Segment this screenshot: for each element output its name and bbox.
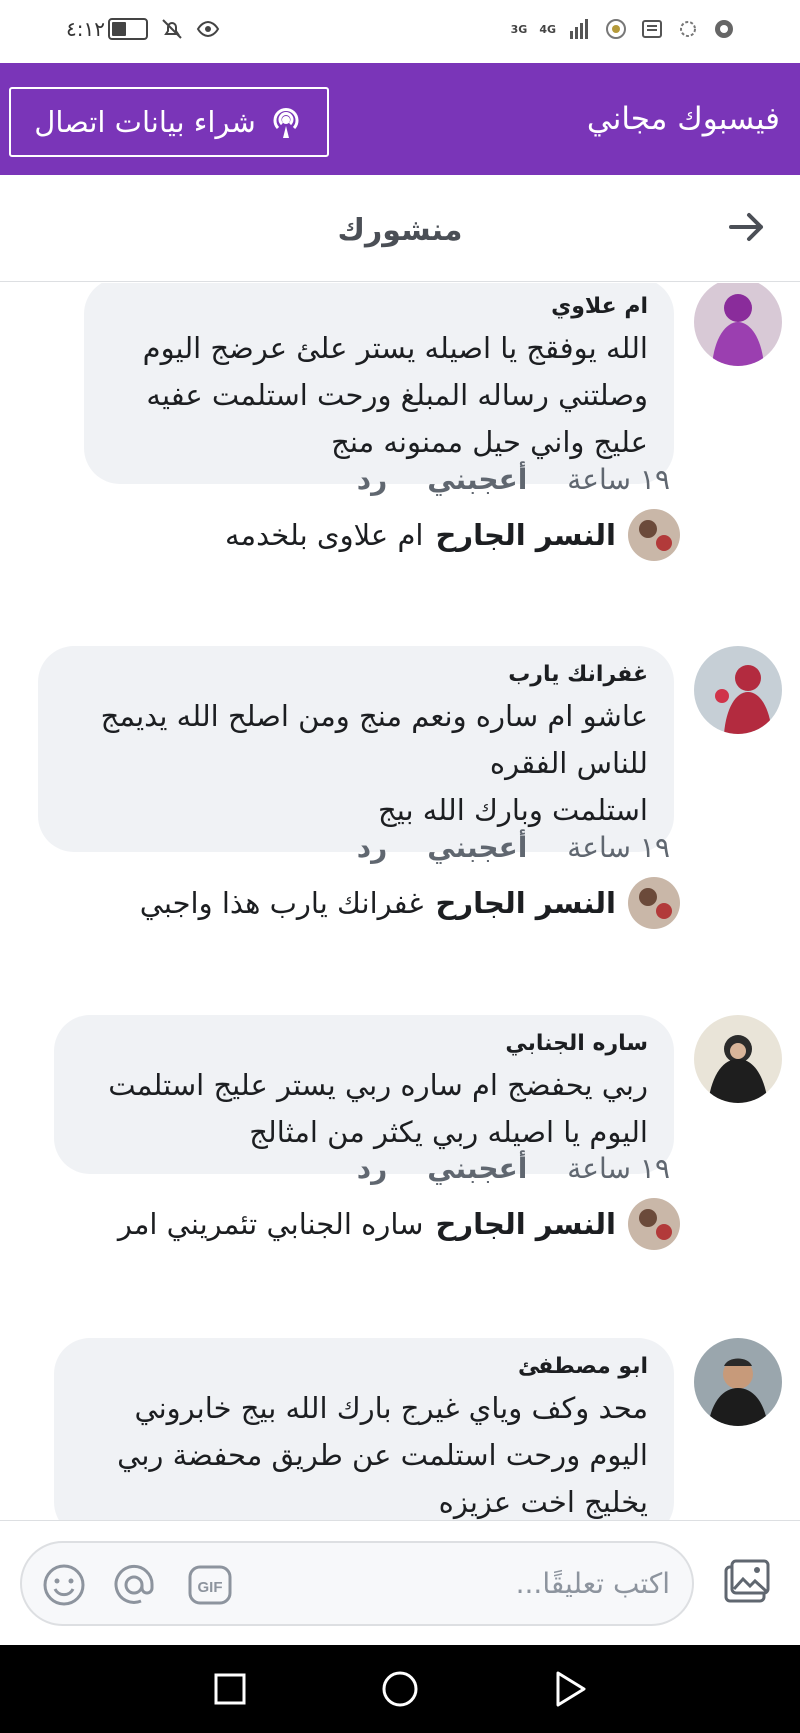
avatar[interactable] [694,1015,782,1103]
back-icon[interactable] [548,1667,592,1711]
reply-author[interactable]: النسر الجارح [435,518,616,552]
arrow-right-icon[interactable] [725,205,769,249]
network-4g-label: 4G [539,22,556,36]
like-button[interactable]: أعجبني [427,831,527,864]
news-icon [642,20,662,38]
reply-author[interactable]: النسر الجارح [435,886,616,920]
recent-apps-icon[interactable] [208,1667,252,1711]
post-header: منشورك [0,175,800,282]
eye-icon [196,20,220,38]
like-button[interactable]: أعجبني [427,463,527,496]
comment-author[interactable]: ابو مصطفئ [84,1354,648,1379]
comment-text: الله يوفقج يا اصيله يستر علئ عرضج اليوم … [142,331,648,459]
app-bar: فيسبوك مجاني شراء بيانات اتصال [0,63,800,175]
comment-input[interactable]: اكتب تعليقًا... GIF [20,1541,694,1626]
comment-bubble[interactable]: ام علاوي الله يوفقج يا اصيله يستر علئ عر… [84,283,674,484]
reply-button[interactable]: رد [357,831,388,864]
comment-bubble[interactable]: ابو مصطفئ محد وكف وياي غيرج بارك الله بي… [54,1338,674,1520]
photo-icon[interactable] [720,1557,772,1609]
avatar[interactable] [694,1338,782,1426]
app-notification-icon [606,19,626,39]
reply-button[interactable]: رد [357,1152,388,1185]
chrome-icon [715,20,733,38]
comment-actions: ١٩ ساعة أعجبني رد [357,831,670,864]
status-left-icons [108,17,220,41]
reply-button[interactable]: رد [357,463,388,496]
emoji-icon[interactable] [40,1561,88,1609]
comment-actions: ١٩ ساعة أعجبني رد [357,463,670,496]
avatar[interactable] [694,283,782,366]
signal-icon [570,19,588,39]
network-3g-label: 3G [510,22,528,36]
page-title: منشورك [337,213,463,248]
reply-text: غفرانك يارب هذا واجبي [139,886,424,920]
comment-time: ١٩ ساعة [567,831,670,864]
comment-input-placeholder: اكتب تعليقًا... [515,1567,670,1600]
comment-list[interactable]: ام علاوي الله يوفقج يا اصيله يستر علئ عر… [0,283,800,1520]
buy-data-label: شراء بيانات اتصال [34,105,256,139]
comment-actions: ١٩ ساعة أعجبني رد [357,1152,670,1185]
reply-preview[interactable]: النسر الجارح غفرانك يارب هذا واجبي [140,877,680,929]
comment-bubble[interactable]: ساره الجنابي ربي يحفضج ام ساره ربي يستر … [54,1015,674,1174]
reply-preview[interactable]: النسر الجارح ام علاوى بلخدمه [225,509,680,561]
comment-text: ربي يحفضج ام ساره ربي يستر عليج استلمت ا… [108,1068,648,1149]
clock: ٤:١٢ [66,17,105,41]
comment-author[interactable]: غفرانك يارب [68,662,648,687]
system-nav-bar [0,1645,800,1733]
comment-bubble[interactable]: غفرانك يارب عاشو ام ساره ونعم منج ومن اص… [38,646,674,852]
comment-text: عاشو ام ساره ونعم منج ومن اصلح الله يديم… [100,699,648,827]
gear-icon [680,21,696,37]
reply-preview[interactable]: النسر الجارح ساره الجنابي تئمريني امر [118,1198,680,1250]
comment-time: ١٩ ساعة [567,463,670,496]
bell-muted-icon [162,19,182,39]
status-right-icons: 3G 4G [511,17,736,41]
battery-icon [108,18,148,40]
comment-composer: اكتب تعليقًا... GIF [0,1520,800,1645]
home-icon[interactable] [378,1667,422,1711]
avatar[interactable] [628,1198,680,1250]
gif-icon[interactable]: GIF [186,1561,234,1609]
comment-author[interactable]: ساره الجنابي [84,1031,648,1056]
comment-text: محد وكف وياي غيرج بارك الله بيج خابروني … [117,1391,648,1519]
buy-data-button[interactable]: شراء بيانات اتصال [9,87,329,157]
avatar[interactable] [694,646,782,734]
reply-text: ساره الجنابي تئمريني امر [117,1207,424,1241]
broadcast-icon [273,108,299,138]
reply-text: ام علاوى بلخدمه [225,518,424,552]
reply-author[interactable]: النسر الجارح [435,1207,616,1241]
comment-author[interactable]: ام علاوي [114,294,648,319]
app-title: فيسبوك مجاني [586,101,780,137]
like-button[interactable]: أعجبني [427,1152,527,1185]
avatar[interactable] [628,877,680,929]
gif-label: GIF [198,1579,223,1596]
status-bar: 3G 4G ٤:١٢ [0,0,800,63]
mention-icon[interactable] [110,1561,158,1609]
comment-time: ١٩ ساعة [567,1152,670,1185]
avatar[interactable] [628,509,680,561]
